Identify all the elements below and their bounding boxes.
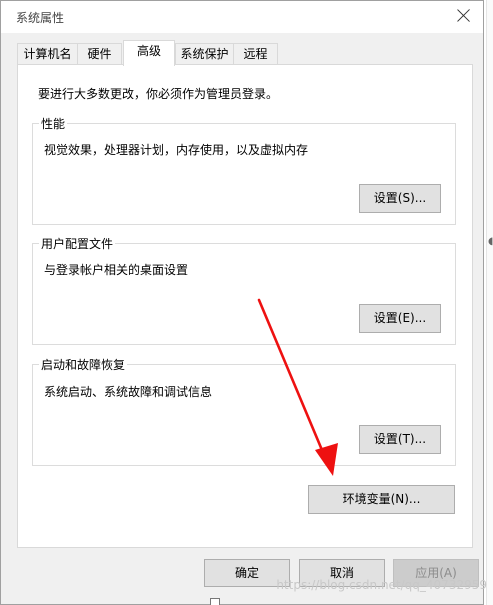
advanced-tab-panel: 要进行大多数更改，你必须作为管理员登录。 性能 视觉效果，处理器计划，内存使用，… — [17, 64, 473, 548]
background-window-edge — [486, 0, 493, 605]
tab-computer-name[interactable]: 计算机名 — [17, 43, 78, 65]
user-profiles-settings-button[interactable]: 设置(E)... — [359, 304, 441, 333]
startup-recovery-settings-button[interactable]: 设置(T)... — [359, 425, 441, 454]
environment-variables-button[interactable]: 环境变量(N)... — [308, 485, 455, 514]
taskbar-window-icon — [210, 598, 220, 605]
performance-settings-button[interactable]: 设置(S)... — [359, 184, 441, 213]
background-edge-glyph-icon: ◖ — [488, 236, 493, 247]
user-profiles-description: 与登录帐户相关的桌面设置 — [44, 263, 189, 277]
window-title: 系统属性 — [16, 11, 65, 25]
startup-recovery-group: 启动和故障恢复 系统启动、系统故障和调试信息 设置(T)... — [32, 356, 456, 466]
user-profiles-group-title: 用户配置文件 — [39, 235, 116, 252]
watermark-text: https://blog.csdn.net/qq_40732959 — [276, 578, 487, 592]
tab-remote[interactable]: 远程 — [233, 43, 278, 65]
tab-system-protection[interactable]: 系统保护 — [175, 43, 234, 65]
performance-description: 视觉效果，处理器计划，内存使用，以及虚拟内存 — [44, 143, 309, 157]
tab-hardware[interactable]: 硬件 — [77, 43, 122, 65]
startup-recovery-description: 系统启动、系统故障和调试信息 — [44, 385, 213, 399]
performance-group: 性能 视觉效果，处理器计划，内存使用，以及虚拟内存 设置(S)... — [32, 115, 456, 225]
user-profiles-group: 用户配置文件 与登录帐户相关的桌面设置 设置(E)... — [32, 235, 456, 345]
system-properties-dialog: 系统属性 计算机名 硬件 高级 系统保护 远程 要进行大多数更改，你必须作为管理… — [0, 0, 484, 605]
admin-notice: 要进行大多数更改，你必须作为管理员登录。 — [38, 87, 279, 101]
performance-group-title: 性能 — [39, 115, 68, 132]
startup-recovery-group-title: 启动和故障恢复 — [39, 356, 128, 373]
close-icon[interactable] — [453, 5, 475, 27]
title-bar: 系统属性 — [1, 1, 483, 33]
tab-advanced[interactable]: 高级 — [123, 40, 175, 66]
